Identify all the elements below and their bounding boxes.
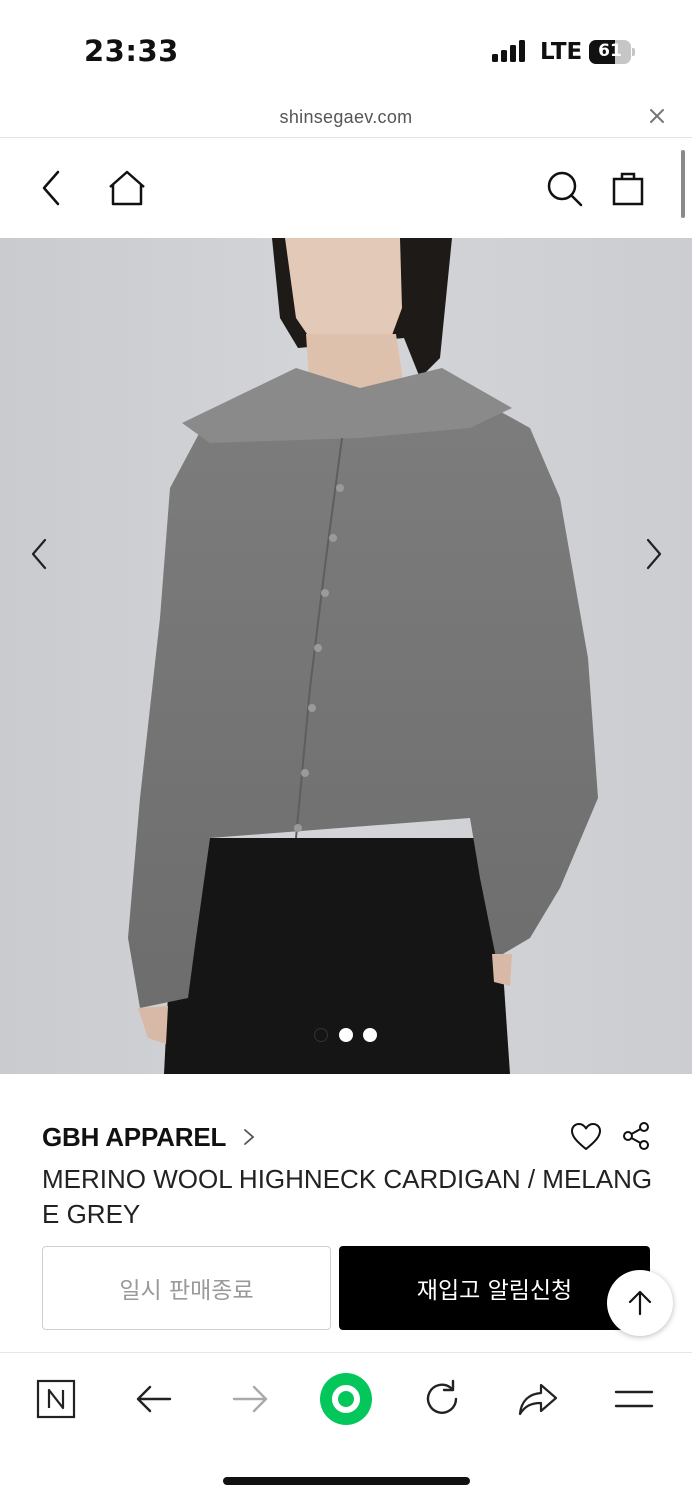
product-photo (0, 238, 692, 1074)
refresh-icon[interactable] (420, 1377, 464, 1421)
site-header (0, 138, 692, 238)
arrow-right-icon[interactable] (228, 1377, 272, 1421)
close-icon[interactable] (645, 104, 669, 128)
green-circle-icon[interactable] (318, 1371, 374, 1427)
carousel-dot[interactable] (339, 1028, 353, 1042)
url-text: shinsegaev.com (279, 107, 413, 127)
shopping-bag-icon[interactable] (606, 166, 650, 210)
home-indicator[interactable] (223, 1477, 470, 1485)
network-type: LTE (540, 39, 583, 65)
chevron-right-icon[interactable] (638, 534, 668, 574)
carousel-pagination (312, 1028, 382, 1044)
brand-link[interactable]: GBH APPAREL (42, 1120, 256, 1154)
product-image-carousel[interactable] (0, 238, 692, 1074)
status-time: 23:33 (84, 34, 179, 68)
scroll-indicator (681, 150, 685, 218)
heart-icon[interactable] (570, 1122, 602, 1152)
share-icon[interactable] (621, 1121, 651, 1151)
chevron-left-icon[interactable] (25, 534, 55, 574)
carousel-dot[interactable] (314, 1028, 328, 1042)
brand-name: GBH APPAREL (42, 1121, 227, 1152)
back-icon[interactable] (30, 166, 74, 210)
arrow-up-icon (628, 1290, 652, 1316)
arrow-left-icon[interactable] (132, 1377, 176, 1421)
menu-icon[interactable] (612, 1377, 656, 1421)
chevron-right-icon (244, 1129, 255, 1145)
naver-n-icon[interactable] (34, 1377, 78, 1421)
restock-alert-button[interactable]: 재입고 알림신청 (339, 1246, 650, 1330)
battery-level: 61 (598, 41, 622, 61)
url-bar[interactable]: shinsegaev.com (0, 100, 692, 138)
soldout-button: 일시 판매종료 (42, 1246, 331, 1330)
battery-icon: 61 (589, 40, 635, 64)
home-icon[interactable] (105, 166, 149, 210)
signal-icon (492, 40, 528, 62)
carousel-dot[interactable] (363, 1028, 377, 1042)
product-name: MERINO WOOL HIGHNECK CARDIGAN / MELANGE … (42, 1164, 653, 1229)
status-bar: 23:33 LTE 61 (0, 0, 692, 100)
search-icon[interactable] (543, 166, 587, 210)
share-arrow-icon[interactable] (516, 1377, 560, 1421)
scroll-top-button[interactable] (607, 1270, 673, 1336)
